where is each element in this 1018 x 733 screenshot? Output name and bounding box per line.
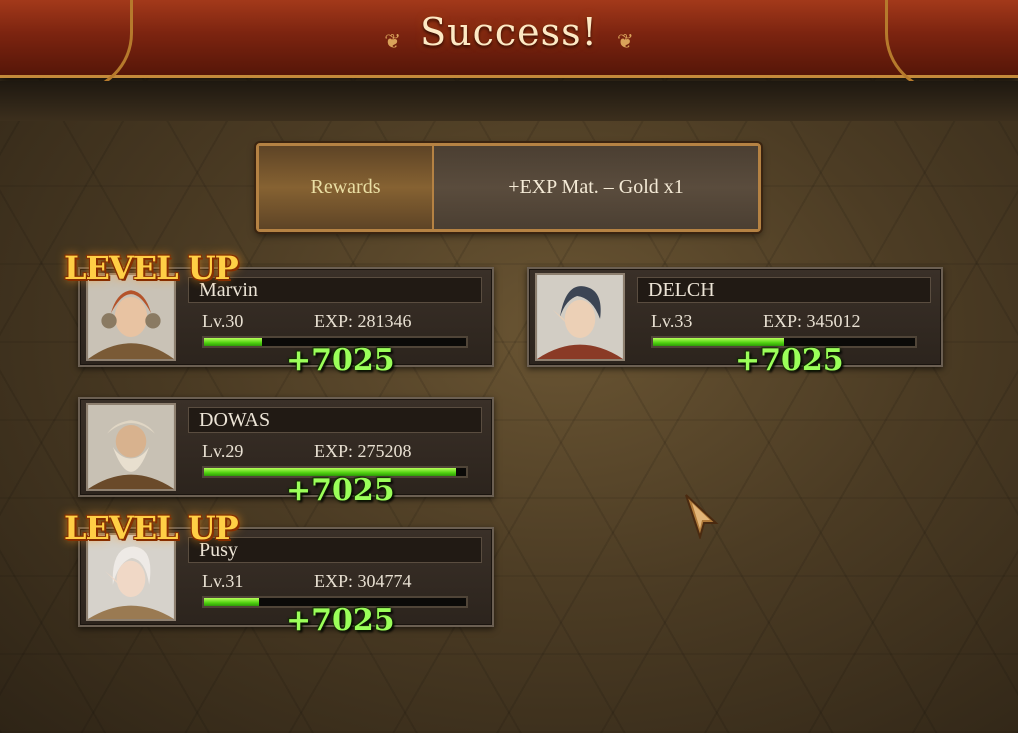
character-name: DOWAS [199,409,271,431]
rewards-label: Rewards [259,146,434,229]
rewards-panel: Rewards +EXP Mat. – Gold x1 [256,143,761,232]
bearded-dwarf-character-portrait [86,403,176,491]
dark-haired-elf-character-portrait [535,273,625,361]
level-up-badge: LEVEL UP [64,249,239,287]
exp-gain: +7025 [286,603,395,638]
character-exp: EXP: 304774 [314,571,412,591]
page-title: Success! [420,10,598,54]
character-level: Lv.33 [651,311,693,331]
character-exp: EXP: 281346 [314,311,412,331]
rewards-value: +EXP Mat. – Gold x1 [434,146,758,229]
title-banner: ❦ Success! ❦ [0,0,1018,93]
header-shadow-band [0,81,1018,121]
pointer-cursor-icon [685,494,719,539]
left-flourish-icon: ❦ [384,28,401,53]
name-bar: DOWAS [188,407,482,433]
character-name: DELCH [648,279,715,301]
character-card-delch[interactable]: DELCH Lv.33 EXP: 345012 +7025 [527,267,943,378]
character-level: Lv.29 [202,441,244,461]
exp-progress-fill [204,598,260,606]
character-level: Lv.31 [202,571,244,591]
level-up-badge: LEVEL UP [64,509,239,547]
name-bar: DELCH [637,277,931,303]
character-exp: EXP: 345012 [763,311,861,331]
exp-progress-fill [204,338,262,346]
right-flourish-icon: ❦ [617,28,634,53]
character-exp: EXP: 275208 [314,441,412,461]
exp-gain: +7025 [286,343,395,378]
character-level: Lv.30 [202,311,244,331]
exp-gain: +7025 [286,473,395,508]
exp-gain: +7025 [735,343,844,378]
character-card-dowas[interactable]: DOWAS Lv.29 EXP: 275208 +7025 [78,397,494,508]
